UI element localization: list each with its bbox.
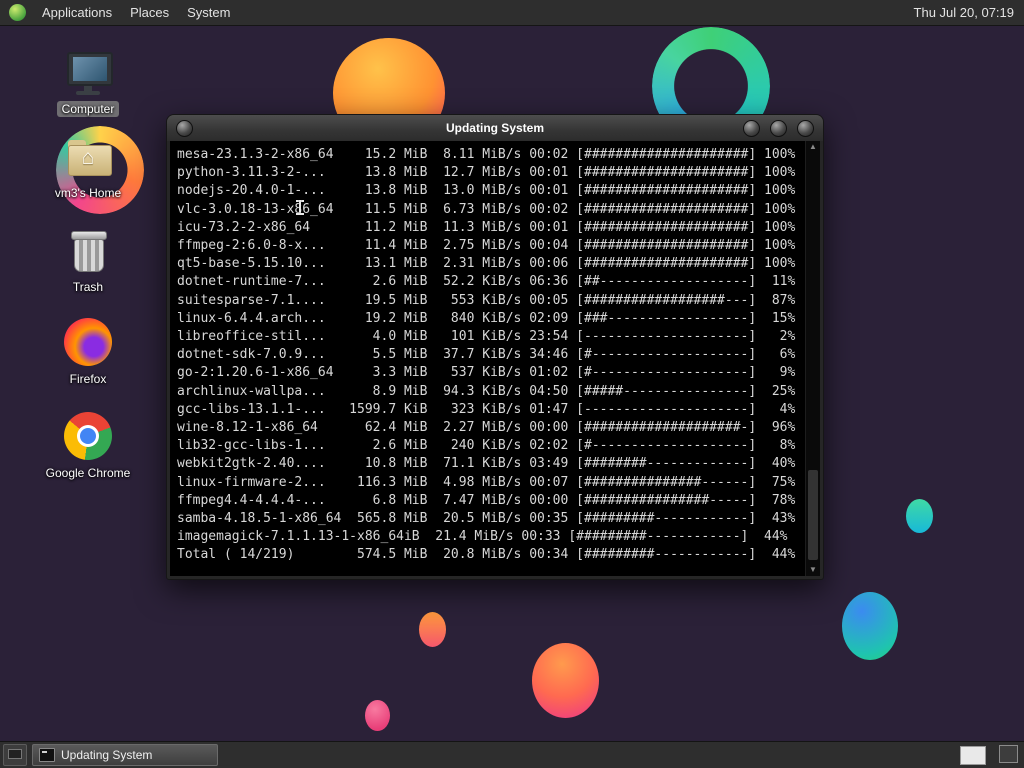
terminal-line: wine-8.12-1-x86_64 62.4 MiB 2.27 MiB/s 0…	[177, 420, 796, 436]
terminal-line: mesa-23.1.3-2-x86_64 15.2 MiB 8.11 MiB/s…	[177, 147, 796, 162]
terminal-window: Updating System mesa-23.1.3-2-x86_64 15.…	[166, 114, 824, 580]
desktop-icon-home[interactable]: ⌂ vm3's Home	[38, 132, 138, 202]
show-desktop-button[interactable]	[3, 744, 27, 766]
terminal-line: qt5-base-5.15.10... 13.1 MiB 2.31 MiB/s …	[177, 256, 796, 272]
desktop-icon-computer[interactable]: Computer	[38, 48, 138, 118]
workspace-switcher[interactable]	[960, 745, 986, 765]
menu-system[interactable]: System	[178, 0, 239, 25]
window-menu-button[interactable]	[176, 120, 193, 137]
workspace-1[interactable]	[960, 745, 986, 765]
window-titlebar[interactable]: Updating System	[167, 115, 823, 141]
desktop-icon-label: Google Chrome	[45, 466, 131, 480]
scroll-down-icon[interactable]: ▼	[809, 564, 817, 576]
scroll-up-icon[interactable]: ▲	[809, 141, 817, 153]
clock[interactable]: Thu Jul 20, 07:19	[904, 5, 1024, 20]
terminal-line: linux-6.4.4.arch... 19.2 MiB 840 KiB/s 0…	[177, 310, 796, 326]
terminal-line: Total ( 14/219) 574.5 MiB 20.8 MiB/s 00:…	[177, 547, 796, 563]
window-title: Updating System	[445, 121, 544, 135]
scrollbar-thumb[interactable]	[808, 470, 818, 560]
panel-corner-applet[interactable]	[999, 745, 1018, 763]
desktop-icon-chrome[interactable]: Google Chrome	[38, 412, 138, 482]
terminal-line: imagemagick-7.1.1.13-1-x86_64iB 21.4 MiB…	[177, 529, 788, 545]
top-panel: Applications Places System Thu Jul 20, 0…	[0, 0, 1024, 26]
terminal-mini-icon	[39, 748, 55, 762]
menu-places[interactable]: Places	[121, 0, 178, 25]
terminal-line: gcc-libs-13.1.1-... 1599.7 KiB 323 KiB/s…	[177, 401, 796, 417]
mouse-ibeam-cursor	[296, 200, 304, 215]
terminal-area: mesa-23.1.3-2-x86_64 15.2 MiB 8.11 MiB/s…	[170, 141, 820, 576]
terminal-line: go-2:1.20.6-1-x86_64 3.3 MiB 537 KiB/s 0…	[177, 365, 796, 381]
maximize-button[interactable]	[770, 120, 787, 137]
task-label: Updating System	[61, 748, 153, 762]
bottom-panel: Updating System	[0, 741, 1024, 768]
chrome-icon	[64, 412, 112, 460]
trash-icon	[64, 226, 112, 274]
firefox-icon	[64, 318, 112, 366]
terminal-line: webkit2gtk-2.40.... 10.8 MiB 71.1 KiB/s …	[177, 456, 796, 472]
desktop-icon-label: Trash	[72, 280, 104, 294]
terminal-line: nodejs-20.4.0-1-... 13.8 MiB 13.0 MiB/s …	[177, 183, 796, 199]
terminal-line: python-3.11.3-2-... 13.8 MiB 12.7 MiB/s …	[177, 165, 796, 181]
desktop-icon-firefox[interactable]: Firefox	[38, 318, 138, 388]
terminal-line: suitesparse-7.1.... 19.5 MiB 553 KiB/s 0…	[177, 292, 796, 308]
desktop-icon-label: Computer	[56, 101, 120, 117]
terminal-line: ffmpeg-2:6.0-8-x... 11.4 MiB 2.75 MiB/s …	[177, 238, 796, 254]
computer-icon	[64, 48, 113, 96]
terminal-output[interactable]: mesa-23.1.3-2-x86_64 15.2 MiB 8.11 MiB/s…	[170, 141, 805, 576]
house-glyph: ⌂	[81, 146, 95, 169]
minimize-button[interactable]	[743, 120, 760, 137]
terminal-line: linux-firmware-2... 116.3 MiB 4.98 MiB/s…	[177, 474, 796, 490]
wallpaper-blob-pink-small	[365, 700, 390, 731]
wallpaper-blob-pink-large	[532, 643, 599, 718]
taskbar-task-button[interactable]: Updating System	[32, 744, 218, 766]
desktop-icon-label: Firefox	[69, 372, 107, 386]
wallpaper-blob-teal-small	[906, 499, 933, 533]
wallpaper-blob-blue	[842, 592, 898, 660]
distro-menu-icon[interactable]	[9, 4, 26, 21]
close-button[interactable]	[797, 120, 814, 137]
terminal-line: vlc-3.0.18-13-x86_64 11.5 MiB 6.73 MiB/s…	[177, 201, 796, 217]
scrollbar-track[interactable]	[806, 153, 820, 564]
terminal-line: samba-4.18.5-1-x86_64 565.8 MiB 20.5 MiB…	[177, 511, 796, 527]
desktop-icon-trash[interactable]: Trash	[38, 226, 138, 296]
terminal-line: dotnet-runtime-7... 2.6 MiB 52.2 KiB/s 0…	[177, 274, 796, 290]
terminal-line: icu-73.2-2-x86_64 11.2 MiB 11.3 MiB/s 00…	[177, 219, 796, 235]
desktop-icon-label: vm3's Home	[54, 186, 122, 200]
terminal-line: ffmpeg4.4-4.4.4-... 6.8 MiB 7.47 MiB/s 0…	[177, 492, 796, 508]
wallpaper-blob-orange-small	[419, 612, 446, 647]
terminal-line: dotnet-sdk-7.0.9... 5.5 MiB 37.7 KiB/s 3…	[177, 347, 796, 363]
terminal-line: lib32-gcc-libs-1... 2.6 MiB 240 KiB/s 02…	[177, 438, 796, 454]
terminal-line: libreoffice-stil... 4.0 MiB 101 KiB/s 23…	[177, 329, 796, 345]
home-folder-icon: ⌂	[64, 132, 112, 180]
scrollbar[interactable]: ▲ ▼	[805, 141, 820, 576]
menu-applications[interactable]: Applications	[33, 0, 121, 25]
terminal-line: archlinux-wallpa... 8.9 MiB 94.3 KiB/s 0…	[177, 383, 796, 399]
